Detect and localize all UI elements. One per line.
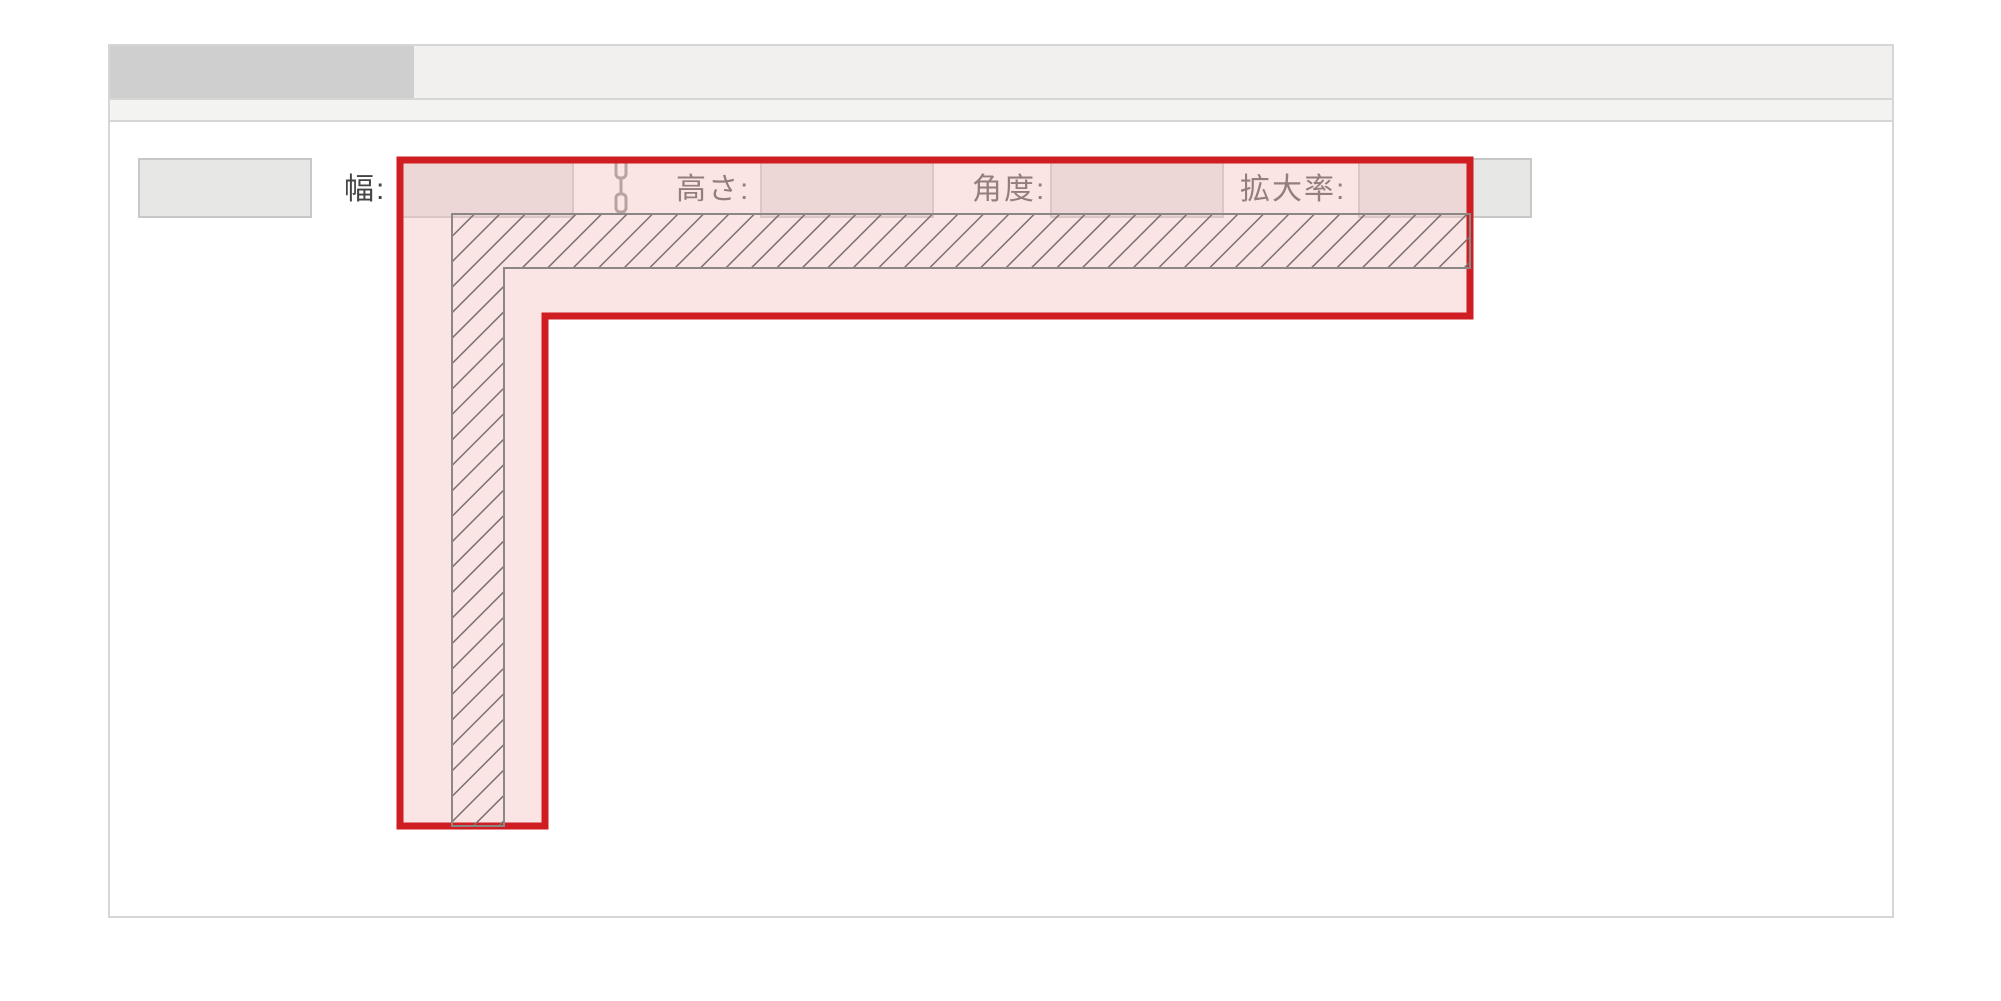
width-input[interactable]: [400, 158, 574, 218]
title-tab[interactable]: [110, 46, 414, 98]
height-label: 高さ:: [676, 164, 750, 208]
width-label: 幅:: [344, 164, 386, 208]
preset-select[interactable]: [138, 158, 312, 218]
stage: 幅: 高さ: 角度: 拡大率:: [0, 0, 2001, 1001]
sub-bar: [110, 100, 1892, 122]
window-frame: 幅: 高さ: 角度: 拡大率:: [108, 44, 1894, 918]
zoom-input[interactable]: [1358, 158, 1532, 218]
height-input[interactable]: [760, 158, 934, 218]
angle-input[interactable]: [1050, 158, 1224, 218]
link-aspect-icon[interactable]: [610, 156, 632, 216]
zoom-label: 拡大率:: [1240, 164, 1346, 208]
angle-label: 角度:: [972, 164, 1046, 208]
properties-bar: 幅: 高さ: 角度: 拡大率:: [110, 136, 1892, 222]
title-bar: [110, 46, 1892, 100]
